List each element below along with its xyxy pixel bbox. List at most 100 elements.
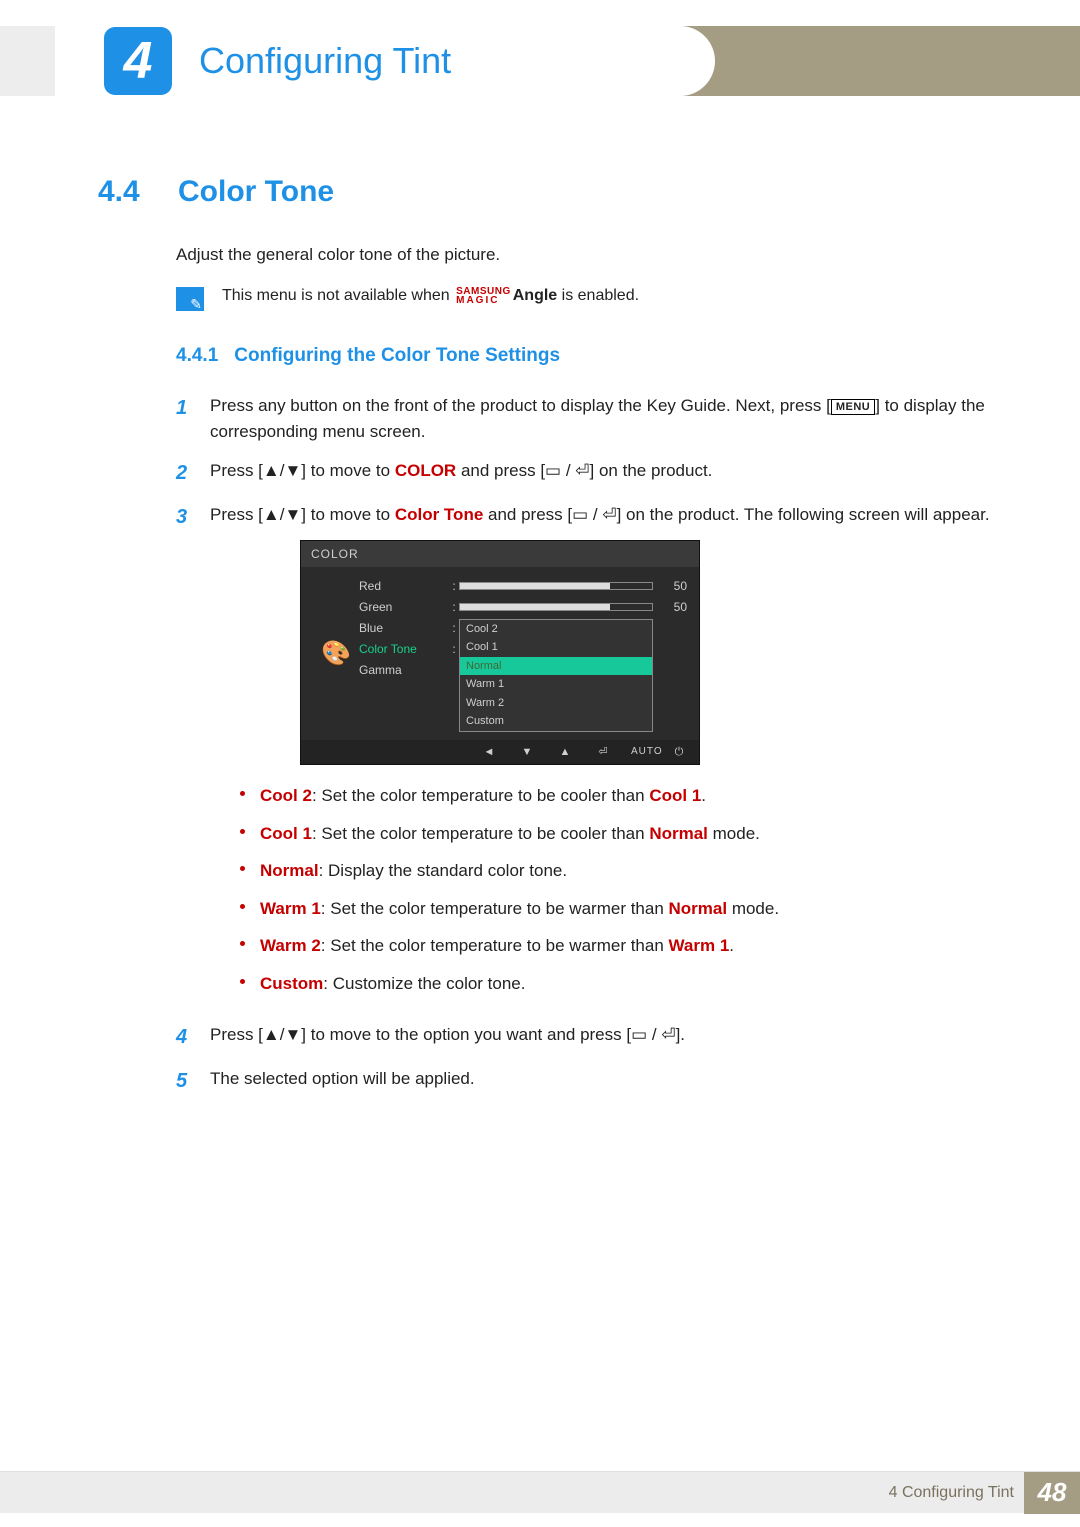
osd-enter-icon: ⏎ — [593, 744, 613, 761]
text: mode. — [708, 824, 760, 843]
up-down-arrows-icon: ▲/▼ — [263, 505, 301, 524]
osd-option: Cool 2 — [460, 620, 652, 639]
osd-label-red: Red — [359, 577, 449, 595]
option-desc: Cool 2: Set the color temperature to be … — [240, 783, 994, 809]
osd-up-icon: ▲ — [555, 744, 575, 761]
subsection-number: 4.4.1 — [176, 345, 218, 366]
opt-name: Warm 1 — [260, 899, 321, 918]
page-footer: 4 Configuring Tint 48 — [0, 1471, 1080, 1513]
note-row: This menu is not available when SAMSUNGM… — [176, 287, 994, 311]
opt-name: Custom — [260, 974, 323, 993]
colon: : — [449, 598, 459, 616]
step-body: The selected option will be applied. — [210, 1066, 994, 1096]
option-descriptions: Cool 2: Set the color temperature to be … — [240, 783, 994, 996]
opt-ref: Warm 1 — [669, 936, 730, 955]
header-band: 4 Configuring Tint — [0, 26, 1080, 96]
opt-name: Cool 2 — [260, 786, 312, 805]
osd-footer: ◄ ▼ ▲ ⏎ AUTO ⏻ — [301, 740, 699, 765]
text: ] to move to — [301, 505, 395, 524]
opt-name: Normal — [260, 861, 319, 880]
up-down-arrows-icon: ▲/▼ — [263, 461, 301, 480]
text: ] to move to — [301, 461, 395, 480]
osd-value-green: 50 — [653, 598, 687, 616]
opt-name: Cool 1 — [260, 824, 312, 843]
note-suffix: is enabled. — [557, 287, 639, 304]
step-4: 4 Press [▲/▼] to move to the option you … — [176, 1022, 994, 1052]
osd-power-icon: ⏻ — [669, 744, 689, 761]
option-desc: Cool 1: Set the color temperature to be … — [240, 821, 994, 847]
osd-body: 🎨 Red:50 Green:50 Blue: Cool 2 Cool 1 No… — [301, 567, 699, 740]
colon: : — [449, 640, 459, 658]
osd-down-icon: ▼ — [517, 744, 537, 761]
menu-key-icon: MENU — [831, 399, 875, 415]
osd-label-gamma: Gamma — [359, 661, 449, 679]
step-5: 5 The selected option will be applied. — [176, 1066, 994, 1096]
enter-icon: ▭ / ⏎ — [572, 505, 616, 524]
option-desc: Custom: Customize the color tone. — [240, 971, 994, 997]
text: . — [701, 786, 706, 805]
text: ] to move to the option you want and pre… — [301, 1025, 631, 1044]
osd-screenshot: COLOR 🎨 Red:50 Green:50 Blue: Cool 2 Coo… — [300, 540, 994, 766]
text: mode. — [727, 899, 779, 918]
step-2: 2 Press [▲/▼] to move to COLOR and press… — [176, 458, 994, 488]
subsection-title: Configuring the Color Tone Settings — [234, 345, 560, 366]
opt-ref: Normal — [669, 899, 728, 918]
subsection-heading: 4.4.1 Configuring the Color Tone Settings — [176, 345, 994, 367]
step-1: 1 Press any button on the front of the p… — [176, 393, 994, 444]
step-number: 1 — [176, 393, 210, 444]
osd-option: Custom — [460, 712, 652, 731]
text: and press [ — [456, 461, 545, 480]
keyword-color: COLOR — [395, 461, 456, 480]
enter-icon: ▭ / ⏎ — [631, 1025, 675, 1044]
osd-option: Warm 2 — [460, 694, 652, 713]
chapter-title: Configuring Tint — [199, 40, 451, 82]
osd-label-green: Green — [359, 598, 449, 616]
osd-option: Warm 1 — [460, 675, 652, 694]
osd-left-icon: ◄ — [479, 744, 499, 761]
step-body: Press [▲/▼] to move to Color Tone and pr… — [210, 502, 994, 1008]
step-number: 4 — [176, 1022, 210, 1052]
text: Press [ — [210, 461, 263, 480]
header-left-stub — [0, 26, 56, 96]
samsung-magic-logo: SAMSUNGMAGIC — [456, 287, 511, 305]
text: ] on the product. — [590, 461, 713, 480]
text: Press [ — [210, 1025, 263, 1044]
text: : Set the color temperature to be cooler… — [312, 786, 649, 805]
footer-chapter-label: 4 Configuring Tint — [889, 1484, 1014, 1502]
osd-label-color-tone: Color Tone — [359, 640, 449, 658]
up-down-arrows-icon: ▲/▼ — [263, 1025, 301, 1044]
option-desc: Warm 2: Set the color temperature to be … — [240, 933, 994, 959]
steps-list: 1 Press any button on the front of the p… — [176, 393, 994, 1096]
osd-icon-column: 🎨 — [313, 577, 359, 732]
text: and press [ — [483, 505, 572, 524]
osd-title: COLOR — [301, 541, 699, 567]
step-body: Press [▲/▼] to move to COLOR and press [… — [210, 458, 994, 488]
osd-slider-green — [459, 603, 653, 611]
text: : Set the color temperature to be warmer… — [321, 936, 669, 955]
step-number: 5 — [176, 1066, 210, 1096]
osd-panel: COLOR 🎨 Red:50 Green:50 Blue: Cool 2 Coo… — [300, 540, 700, 766]
colon: : — [449, 577, 459, 595]
opt-ref: Cool 1 — [649, 786, 701, 805]
osd-label-blue: Blue — [359, 619, 449, 637]
text: : Customize the color tone. — [323, 974, 525, 993]
step-3: 3 Press [▲/▼] to move to Color Tone and … — [176, 502, 994, 1008]
text: Press [ — [210, 505, 263, 524]
option-desc: Warm 1: Set the color temperature to be … — [240, 896, 994, 922]
note-prefix: This menu is not available when — [222, 287, 454, 304]
note-angle-word: Angle — [513, 287, 557, 304]
opt-ref: Normal — [649, 824, 708, 843]
step-body: Press [▲/▼] to move to the option you wa… — [210, 1022, 994, 1052]
enter-icon: ▭ / ⏎ — [545, 461, 589, 480]
magic-text: MAGIC — [456, 296, 511, 305]
section-heading: 4.4 Color Tone — [98, 175, 994, 209]
text: ]. — [676, 1025, 685, 1044]
osd-slider-red — [459, 582, 653, 590]
content-area: 4.4 Color Tone Adjust the general color … — [98, 175, 994, 1110]
step-body: Press any button on the front of the pro… — [210, 393, 994, 444]
osd-value-red: 50 — [653, 577, 687, 595]
osd-auto-label: AUTO — [631, 744, 651, 759]
section-number: 4.4 — [98, 175, 178, 209]
footer-page-number: 48 — [1024, 1472, 1080, 1514]
palette-icon: 🎨 — [321, 636, 351, 672]
